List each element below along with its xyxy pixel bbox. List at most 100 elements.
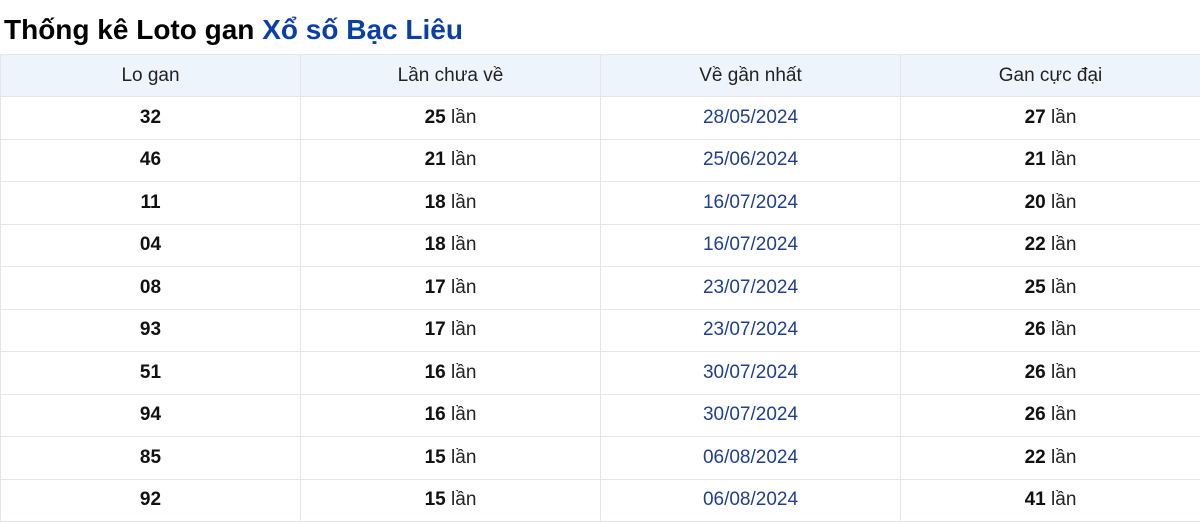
missing-unit: lần	[451, 234, 476, 255]
last-seen-date: 06/08/2024	[601, 479, 901, 522]
header-gan-cuc-dai: Gan cực đại	[901, 55, 1200, 97]
max-gap-count: 26	[1025, 404, 1046, 425]
missing-count-cell: 18 lần	[301, 224, 601, 267]
page-title: Thống kê Loto gan Xổ số Bạc Liêu	[0, 0, 1200, 54]
loto-number: 92	[1, 479, 301, 522]
max-gap-cell: 26 lần	[901, 394, 1200, 437]
missing-count-cell: 17 lần	[301, 267, 601, 310]
max-gap-count: 27	[1025, 107, 1046, 128]
max-gap-unit: lần	[1051, 404, 1076, 425]
max-gap-cell: 22 lần	[901, 224, 1200, 267]
max-gap-cell: 22 lần	[901, 437, 1200, 480]
missing-count: 17	[425, 319, 446, 340]
missing-count-cell: 21 lần	[301, 139, 601, 182]
missing-count-cell: 25 lần	[301, 97, 601, 140]
last-seen-date: 30/07/2024	[601, 394, 901, 437]
loto-number: 11	[1, 182, 301, 225]
missing-unit: lần	[451, 192, 476, 213]
loto-number: 51	[1, 352, 301, 395]
loto-number: 04	[1, 224, 301, 267]
missing-count: 17	[425, 277, 446, 298]
max-gap-count: 41	[1025, 489, 1046, 510]
last-seen-date: 23/07/2024	[601, 267, 901, 310]
missing-count: 18	[425, 234, 446, 255]
page-title-prefix: Thống kê Loto gan	[4, 14, 254, 45]
missing-unit: lần	[451, 107, 476, 128]
table-row: 08 17 lần 23/07/2024 25 lần	[1, 267, 1200, 310]
max-gap-count: 26	[1025, 319, 1046, 340]
table-body: 32 25 lần 28/05/2024 27 lần 46 21 lần 25…	[1, 97, 1200, 522]
table-row: 46 21 lần 25/06/2024 21 lần	[1, 139, 1200, 182]
table-row: 94 16 lần 30/07/2024 26 lần	[1, 394, 1200, 437]
table-row: 85 15 lần 06/08/2024 22 lần	[1, 437, 1200, 480]
missing-unit: lần	[451, 404, 476, 425]
max-gap-cell: 26 lần	[901, 352, 1200, 395]
last-seen-date: 06/08/2024	[601, 437, 901, 480]
loto-number: 93	[1, 309, 301, 352]
max-gap-cell: 21 lần	[901, 139, 1200, 182]
max-gap-cell: 27 lần	[901, 97, 1200, 140]
max-gap-cell: 26 lần	[901, 309, 1200, 352]
max-gap-count: 22	[1025, 447, 1046, 468]
table-row: 11 18 lần 16/07/2024 20 lần	[1, 182, 1200, 225]
table-row: 32 25 lần 28/05/2024 27 lần	[1, 97, 1200, 140]
page-title-lottery-link[interactable]: Xổ số Bạc Liêu	[262, 14, 463, 45]
loto-number: 94	[1, 394, 301, 437]
missing-count: 15	[425, 447, 446, 468]
max-gap-cell: 41 lần	[901, 479, 1200, 522]
max-gap-unit: lần	[1051, 234, 1076, 255]
missing-unit: lần	[451, 149, 476, 170]
max-gap-unit: lần	[1051, 447, 1076, 468]
missing-unit: lần	[451, 447, 476, 468]
max-gap-count: 21	[1025, 149, 1046, 170]
missing-count-cell: 16 lần	[301, 352, 601, 395]
max-gap-count: 22	[1025, 234, 1046, 255]
missing-count: 18	[425, 192, 446, 213]
missing-count-cell: 16 lần	[301, 394, 601, 437]
missing-count: 25	[425, 107, 446, 128]
table-header-row: Lo gan Lần chưa về Về gần nhất Gan cực đ…	[1, 55, 1200, 97]
header-lo-gan: Lo gan	[1, 55, 301, 97]
header-lan-chua-ve: Lần chưa về	[301, 55, 601, 97]
last-seen-date: 28/05/2024	[601, 97, 901, 140]
max-gap-unit: lần	[1051, 149, 1076, 170]
max-gap-unit: lần	[1051, 277, 1076, 298]
last-seen-date: 23/07/2024	[601, 309, 901, 352]
missing-count: 21	[425, 149, 446, 170]
last-seen-date: 30/07/2024	[601, 352, 901, 395]
max-gap-count: 26	[1025, 362, 1046, 383]
max-gap-cell: 20 lần	[901, 182, 1200, 225]
max-gap-unit: lần	[1051, 107, 1076, 128]
max-gap-unit: lần	[1051, 319, 1076, 340]
missing-count-cell: 18 lần	[301, 182, 601, 225]
missing-count-cell: 17 lần	[301, 309, 601, 352]
table-row: 93 17 lần 23/07/2024 26 lần	[1, 309, 1200, 352]
missing-count: 16	[425, 362, 446, 383]
table-row: 92 15 lần 06/08/2024 41 lần	[1, 479, 1200, 522]
max-gap-count: 25	[1025, 277, 1046, 298]
table-row: 51 16 lần 30/07/2024 26 lần	[1, 352, 1200, 395]
missing-unit: lần	[451, 362, 476, 383]
missing-unit: lần	[451, 489, 476, 510]
max-gap-unit: lần	[1051, 362, 1076, 383]
last-seen-date: 25/06/2024	[601, 139, 901, 182]
missing-count-cell: 15 lần	[301, 479, 601, 522]
missing-count: 15	[425, 489, 446, 510]
header-ve-gan-nhat: Về gần nhất	[601, 55, 901, 97]
loto-number: 85	[1, 437, 301, 480]
missing-unit: lần	[451, 277, 476, 298]
missing-count: 16	[425, 404, 446, 425]
last-seen-date: 16/07/2024	[601, 182, 901, 225]
loto-gan-table: Lo gan Lần chưa về Về gần nhất Gan cực đ…	[0, 54, 1200, 522]
loto-number: 46	[1, 139, 301, 182]
table-row: 04 18 lần 16/07/2024 22 lần	[1, 224, 1200, 267]
loto-number: 08	[1, 267, 301, 310]
loto-number: 32	[1, 97, 301, 140]
max-gap-cell: 25 lần	[901, 267, 1200, 310]
missing-unit: lần	[451, 319, 476, 340]
last-seen-date: 16/07/2024	[601, 224, 901, 267]
max-gap-unit: lần	[1051, 192, 1076, 213]
max-gap-unit: lần	[1051, 489, 1076, 510]
max-gap-count: 20	[1025, 192, 1046, 213]
missing-count-cell: 15 lần	[301, 437, 601, 480]
